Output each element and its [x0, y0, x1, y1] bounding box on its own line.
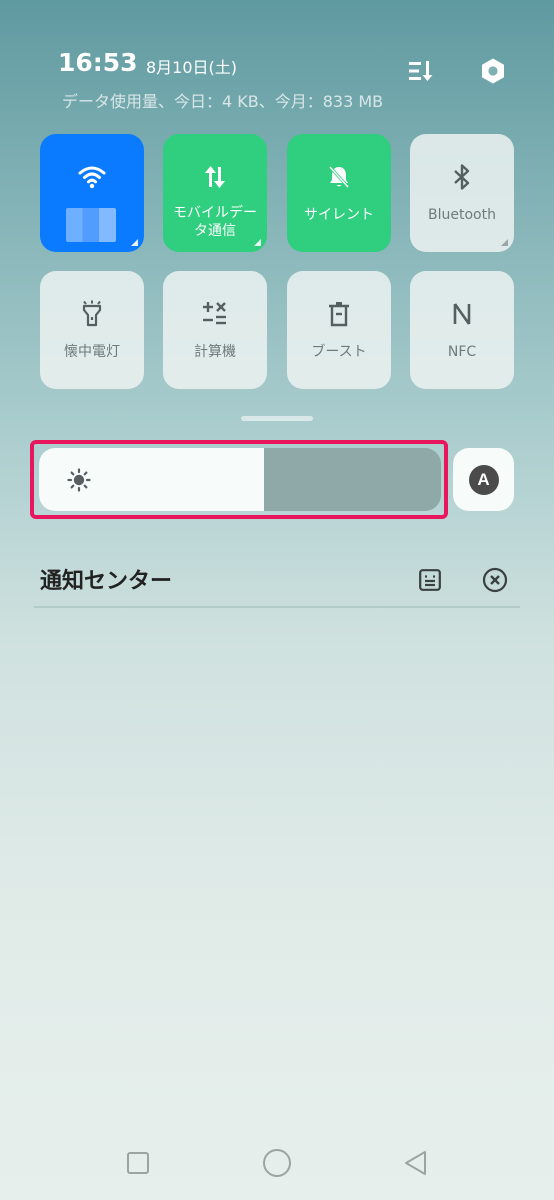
tile-calculator[interactable]: 計算機 — [163, 271, 267, 389]
wifi-icon — [77, 162, 107, 192]
back-button[interactable] — [396, 1143, 436, 1183]
tile-bluetooth[interactable]: Bluetooth — [410, 134, 514, 252]
tile-silent[interactable]: サイレント — [287, 134, 391, 252]
clock-time: 16:53 — [58, 48, 138, 77]
network-name-redacted — [66, 208, 116, 242]
expand-corner-icon — [131, 239, 138, 246]
tile-wifi[interactable] — [40, 134, 144, 252]
tile-label: 計算機 — [194, 344, 236, 360]
tile-nfc[interactable]: NFC — [410, 271, 514, 389]
tile-label: サイレント — [304, 207, 374, 223]
tile-label: NFC — [447, 344, 477, 360]
notification-center-title: 通知センター — [40, 569, 173, 594]
panel-drag-handle[interactable] — [241, 416, 313, 421]
trash-icon — [324, 299, 354, 329]
circle-icon — [263, 1149, 291, 1177]
date-label: 8月10日(土) — [146, 58, 238, 77]
clear-all-icon — [482, 567, 508, 593]
square-icon — [127, 1152, 149, 1174]
notification-divider — [34, 606, 520, 608]
sort-icon — [409, 61, 433, 81]
calculator-icon — [200, 299, 230, 329]
tile-mobile-data[interactable]: モバイルデータ通信 — [163, 134, 267, 252]
nfc-icon — [447, 299, 477, 329]
expand-corner-icon — [254, 239, 261, 246]
bluetooth-icon — [447, 162, 477, 192]
expand-corner-icon — [501, 239, 508, 246]
home-button[interactable] — [257, 1143, 297, 1183]
notification-manage-icon — [419, 569, 441, 591]
clear-all-button[interactable] — [480, 565, 510, 595]
tile-label: モバイルデータ通信 — [173, 205, 257, 239]
brightness-highlight-box — [30, 440, 448, 519]
gear-icon — [482, 58, 504, 84]
auto-brightness-button[interactable]: A — [453, 448, 514, 511]
tile-flashlight[interactable]: 懐中電灯 — [40, 271, 144, 389]
auto-brightness-icon: A — [468, 464, 499, 495]
tile-boost[interactable]: ブースト — [287, 271, 391, 389]
triangle-back-icon — [405, 1151, 426, 1175]
notification-manage-button[interactable] — [415, 565, 445, 595]
sort-tiles-button[interactable] — [404, 54, 438, 88]
tile-label: Bluetooth — [428, 207, 496, 223]
flashlight-icon — [77, 299, 107, 329]
mobile-data-icon — [200, 162, 230, 192]
tile-label: 懐中電灯 — [64, 344, 120, 360]
tile-label: ブースト — [311, 344, 367, 360]
bell-off-icon — [324, 162, 354, 192]
settings-button[interactable] — [476, 54, 510, 88]
recent-apps-button[interactable] — [118, 1143, 158, 1183]
data-usage-label: データ使用量、今日：4 KB、今月：833 MB — [62, 92, 384, 111]
